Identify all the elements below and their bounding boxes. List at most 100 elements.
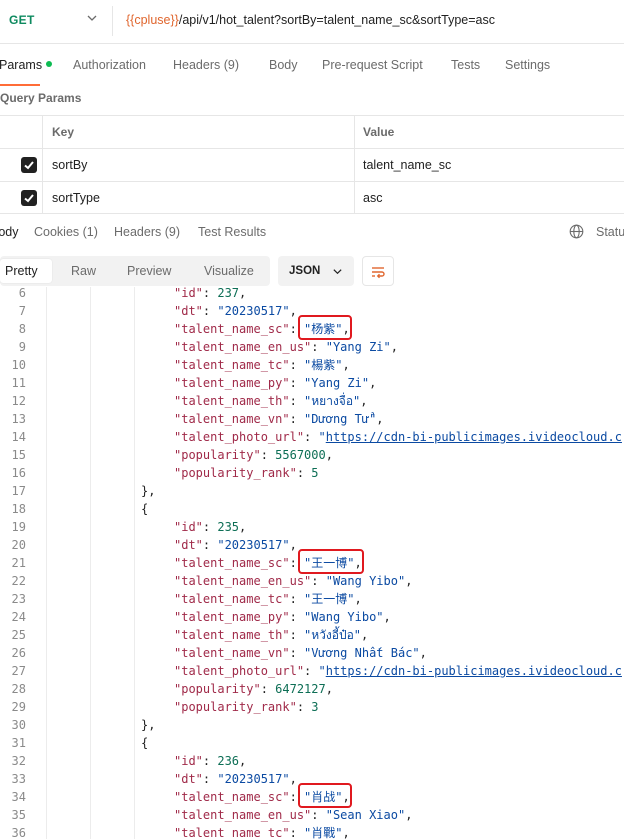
param-key[interactable]: sortType	[52, 191, 100, 205]
code-text: "talent_name_tc": "王一博",	[174, 592, 362, 606]
view-visualize[interactable]: Visualize	[204, 264, 254, 278]
tab-test-results[interactable]: Test Results	[198, 225, 266, 239]
code-line: 18 {	[0, 500, 624, 518]
column-divider	[42, 182, 43, 213]
line-number: 29	[11, 700, 26, 714]
tab-params-label: Params	[0, 58, 43, 72]
code-text: "talent_name_th": "หยางจื่อ",	[174, 394, 368, 408]
code-text: "talent_name_vn": "Dương Tử",	[174, 412, 384, 426]
tab-cookies[interactable]: Cookies (1)	[34, 225, 98, 239]
response-tabs: Body Cookies (1) Headers (9) Test Result…	[0, 218, 624, 248]
column-divider	[354, 182, 355, 213]
param-value[interactable]: asc	[363, 191, 382, 205]
tab-pre-request-script[interactable]: Pre-request Script	[322, 58, 423, 72]
line-number: 18	[11, 502, 26, 516]
code-text: "popularity": 5567000,	[174, 448, 333, 462]
view-pretty[interactable]: Pretty	[5, 264, 38, 278]
column-divider	[42, 116, 43, 148]
line-number: 36	[11, 826, 26, 839]
active-tab-indicator	[0, 84, 40, 86]
tab-response-headers[interactable]: Headers (9)	[114, 225, 180, 239]
tab-body[interactable]: Body	[269, 58, 298, 72]
view-raw[interactable]: Raw	[71, 264, 96, 278]
response-body-viewer[interactable]: 6 "id": 237, 7 "dt": "20230517", 8 "talent_na…	[0, 287, 624, 839]
param-checkbox[interactable]	[21, 157, 37, 173]
tab-authorization[interactable]: Authorization	[73, 58, 146, 72]
url-path: /api/v1/hot_talent?sortBy=talent_name_sc…	[178, 13, 496, 27]
line-number: 7	[18, 304, 26, 318]
param-value[interactable]: talent_name_sc	[363, 158, 451, 172]
line-number: 10	[11, 358, 26, 372]
code-text: "talent_name_py": "Yang Zi",	[174, 376, 377, 390]
code-line: 24 "talent_name_py": "Wang Yibo",	[0, 608, 624, 626]
line-number: 16	[11, 466, 26, 480]
line-number: 12	[11, 394, 26, 408]
code-line: 23 "talent_name_tc": "王一博",	[0, 590, 624, 608]
code-text: "talent_name_en_us": "Wang Yibo",	[174, 574, 413, 588]
url-bar: GET {{cpluse}}/api/v1/hot_talent?sortBy=…	[0, 0, 624, 44]
wrap-lines-icon	[372, 267, 385, 279]
line-number: 13	[11, 412, 26, 426]
code-line: 27 "talent_photo_url": "https://cdn-bi-pu…	[0, 662, 624, 680]
line-number: 30	[11, 718, 26, 732]
param-key[interactable]: sortBy	[52, 158, 87, 172]
code-line: 10 "talent_name_tc": "楊紫",	[0, 356, 624, 374]
column-divider	[42, 149, 43, 181]
line-number: 22	[11, 574, 26, 588]
line-number: 24	[11, 610, 26, 624]
code-text: {	[141, 502, 149, 516]
params-table: Key Value sortBy talent_name_sc sortType…	[0, 115, 624, 214]
line-number: 17	[11, 484, 26, 498]
line-number: 23	[11, 592, 26, 606]
line-number: 20	[11, 538, 26, 552]
params-active-dot	[46, 61, 53, 67]
wrap-lines-button[interactable]	[362, 256, 394, 286]
format-select[interactable]: JSON	[278, 256, 354, 286]
code-text: "id": 235,	[174, 520, 247, 534]
param-checkbox[interactable]	[21, 190, 37, 206]
params-header-row: Key Value	[0, 115, 624, 148]
code-line: 29 "popularity_rank": 3	[0, 698, 624, 716]
tab-params[interactable]: Params	[0, 58, 53, 72]
tab-headers[interactable]: Headers (9)	[173, 58, 239, 72]
code-line: 17},	[0, 482, 624, 500]
line-number: 26	[11, 646, 26, 660]
tab-tests[interactable]: Tests	[451, 58, 480, 72]
globe-icon[interactable]	[569, 224, 584, 239]
line-number: 27	[11, 664, 26, 678]
code-line: 35 "talent_name_en_us": "Sean Xiao",	[0, 806, 624, 824]
code-line: 32 "id": 236,	[0, 752, 624, 770]
line-number: 33	[11, 772, 26, 786]
status-label: Status	[596, 225, 624, 239]
line-number: 34	[11, 790, 26, 804]
tab-settings[interactable]: Settings	[505, 58, 550, 72]
view-preview[interactable]: Preview	[127, 264, 171, 278]
line-number: 28	[11, 682, 26, 696]
check-icon	[24, 194, 34, 203]
code-line: 31 {	[0, 734, 624, 752]
method-select[interactable]: GET	[9, 13, 35, 27]
code-text: "talent_name_en_us": "Sean Xiao",	[174, 808, 413, 822]
code-line: 22 "talent_name_en_us": "Wang Yibo",	[0, 572, 624, 590]
highlight-box	[298, 549, 364, 574]
column-divider	[354, 116, 355, 148]
view-mode-toggle: Pretty Raw Preview Visualize	[0, 256, 270, 286]
chevron-down-icon[interactable]	[86, 12, 98, 24]
code-line: 9 "talent_name_en_us": "Yang Zi",	[0, 338, 624, 356]
request-tabs: Params Authorization Headers (9) Body Pr…	[0, 44, 624, 86]
url-input[interactable]: {{cpluse}}/api/v1/hot_talent?sortBy=tale…	[126, 13, 495, 27]
code-line: 13 "talent_name_vn": "Dương Tử",	[0, 410, 624, 428]
code-text: "dt": "20230517",	[174, 304, 297, 318]
line-number: 15	[11, 448, 26, 462]
code-text: {	[141, 736, 149, 750]
code-text: "id": 237,	[174, 287, 247, 300]
check-icon	[24, 161, 34, 170]
code-text: "id": 236,	[174, 754, 247, 768]
tab-response-body[interactable]: Body	[0, 225, 19, 239]
code-text: "dt": "20230517",	[174, 772, 297, 786]
chevron-down-icon	[333, 269, 342, 275]
code-line: 25 "talent_name_th": "หวังอี้ป๋อ",	[0, 626, 624, 644]
value-column-header: Value	[363, 125, 395, 139]
code-text: "talent_name_th": "หวังอี้ป๋อ",	[174, 628, 369, 642]
line-number: 8	[18, 322, 26, 336]
